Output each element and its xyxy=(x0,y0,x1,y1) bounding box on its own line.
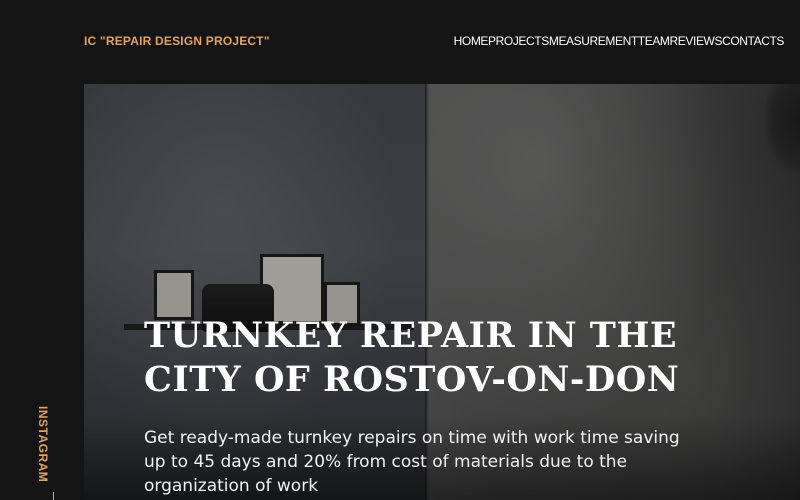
site-header: IC "REPAIR DESIGN PROJECT" HOME PROJECTS… xyxy=(0,0,800,84)
hero-title: TURNKEY REPAIR IN THE CITY OF ROSTOV-ON-… xyxy=(144,315,680,400)
hero-section: TURNKEY REPAIR IN THE CITY OF ROSTOV-ON-… xyxy=(84,84,800,500)
brand-logo[interactable]: IC "REPAIR DESIGN PROJECT" xyxy=(84,34,270,48)
main-nav: HOME PROJECTS MEASUREMENT TEAM REVIEWS C… xyxy=(454,34,785,48)
instagram-link[interactable]: INSTAGRAM xyxy=(36,406,50,482)
hero-subtitle: Get ready-made turnkey repairs on time w… xyxy=(144,428,680,496)
nav-measurement[interactable]: MEASUREMENT xyxy=(549,34,638,48)
nav-contacts[interactable]: CONTACTS xyxy=(722,34,784,48)
nav-home[interactable]: HOME xyxy=(454,34,489,48)
nav-projects[interactable]: PROJECTS xyxy=(488,34,549,48)
social-divider xyxy=(53,492,54,500)
nav-team[interactable]: TEAM xyxy=(638,34,670,48)
nav-reviews[interactable]: REVIEWS xyxy=(670,34,723,48)
